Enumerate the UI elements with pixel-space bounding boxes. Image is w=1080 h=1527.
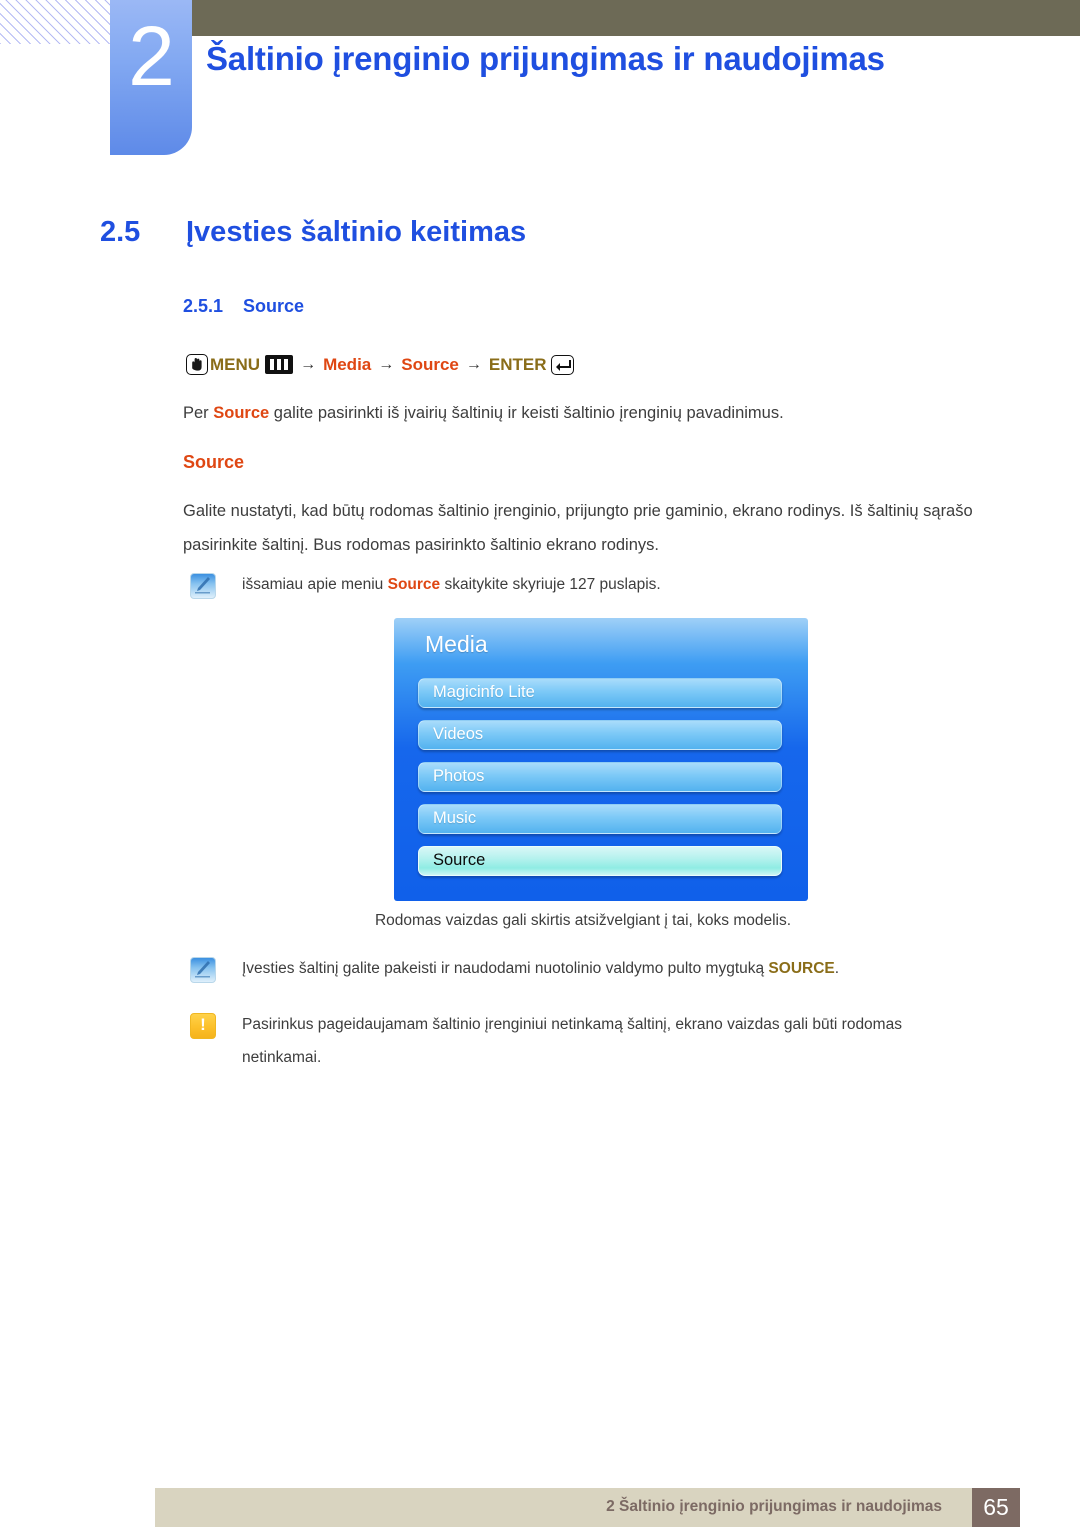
note-pen-icon [190, 957, 216, 983]
section-heading-1-number: 2.5 [100, 216, 141, 248]
note-pen-icon [190, 573, 216, 599]
osd-item-label: Photos [433, 767, 485, 785]
note-row: Įvesties šaltinį galite pakeisti ir naud… [190, 952, 980, 985]
note-highlight: Source [387, 576, 441, 593]
path-step-media: Media [323, 354, 372, 374]
intro-suffix: galite pasirinkti iš įvairių šaltinių ir… [269, 404, 784, 422]
note-prefix: Įvesties šaltinį galite pakeisti ir naud… [242, 960, 769, 977]
footer-page-number: 65 [972, 1488, 1020, 1527]
osd-media-menu-screenshot: Media Magicinfo Lite Videos Photos Music… [394, 618, 808, 901]
arrow-1: → [300, 355, 317, 373]
osd-item-photos[interactable]: Photos [418, 762, 782, 792]
osd-item-label: Magicinfo Lite [433, 683, 535, 701]
chapter-number: 2 [128, 9, 175, 103]
osd-title: Media [425, 631, 488, 657]
note-suffix: skaitykite skyriuje 127 puslapis. [440, 576, 661, 593]
osd-item-label: Source [433, 851, 486, 869]
arrow-2: → [378, 355, 395, 373]
note-row: išsamiau apie meniu Source skaitykite sk… [190, 568, 980, 601]
header-olive-bar [192, 0, 1080, 36]
menu-bars-icon [265, 355, 294, 374]
note-highlight: SOURCE [768, 960, 835, 977]
warning-text: Pasirinkus pageidaujamam šaltinio įrengi… [242, 1016, 902, 1066]
section-heading-2-number: 2.5.1 [183, 296, 224, 316]
footer-bar: 2 Šaltinio įrenginio prijungimas ir naud… [155, 1488, 1020, 1527]
body-paragraph: Galite nustatyti, kad būtų rodomas šalti… [183, 502, 973, 554]
arrow-3: → [465, 355, 482, 373]
subsection-heading: Source [183, 452, 245, 472]
note-prefix: išsamiau apie meniu [242, 576, 388, 593]
enter-key-icon [550, 354, 574, 375]
osd-item-music[interactable]: Music [418, 804, 782, 834]
osd-item-videos[interactable]: Videos [418, 720, 782, 750]
menu-path-breadcrumb: MENU → Media → Source → ENTER [186, 354, 574, 375]
section-heading-1-title: Įvesties šaltinio keitimas [186, 216, 527, 248]
hand-press-icon [186, 354, 208, 375]
footer-chapter-text: 2 Šaltinio įrenginio prijungimas ir naud… [606, 1498, 942, 1515]
osd-item-source[interactable]: Source [418, 846, 782, 876]
osd-item-magicinfo-lite[interactable]: Magicinfo Lite [418, 678, 782, 708]
intro-paragraph: Per Source galite pasirinkti iš įvairių … [183, 396, 983, 430]
intro-prefix: Per [183, 404, 214, 422]
note-suffix: . [834, 960, 840, 977]
intro-highlight: Source [213, 404, 270, 422]
warning-note-row: ! Pasirinkus pageidaujamam šaltinio įren… [190, 1008, 980, 1074]
warning-exclamation-icon: ! [190, 1013, 216, 1039]
osd-menu-list: Magicinfo Lite Videos Photos Music Sourc… [418, 678, 782, 888]
hatch-decoration [0, 0, 112, 44]
chapter-number-badge: 2 [110, 0, 192, 155]
osd-item-label: Music [433, 809, 477, 827]
document-page: 2 Šaltinio įrenginio prijungimas ir naud… [0, 0, 1080, 1527]
chapter-title: Šaltinio įrenginio prijungimas ir naudoj… [206, 40, 885, 77]
enter-label: ENTER [488, 354, 547, 374]
note-text: Įvesties šaltinį galite pakeisti ir naud… [242, 952, 839, 985]
osd-caption: Rodomas vaizdas gali skirtis atsižvelgia… [374, 912, 792, 929]
note-text: išsamiau apie meniu Source skaitykite sk… [242, 568, 661, 601]
menu-label: MENU [210, 354, 261, 374]
section-heading-2-title: Source [243, 296, 305, 316]
section-heading-1: 2.5 Įvesties šaltinio keitimas [100, 216, 526, 249]
osd-item-label: Videos [433, 725, 484, 743]
section-heading-2: 2.5.1 Source [183, 296, 304, 317]
path-step-source: Source [401, 354, 459, 374]
